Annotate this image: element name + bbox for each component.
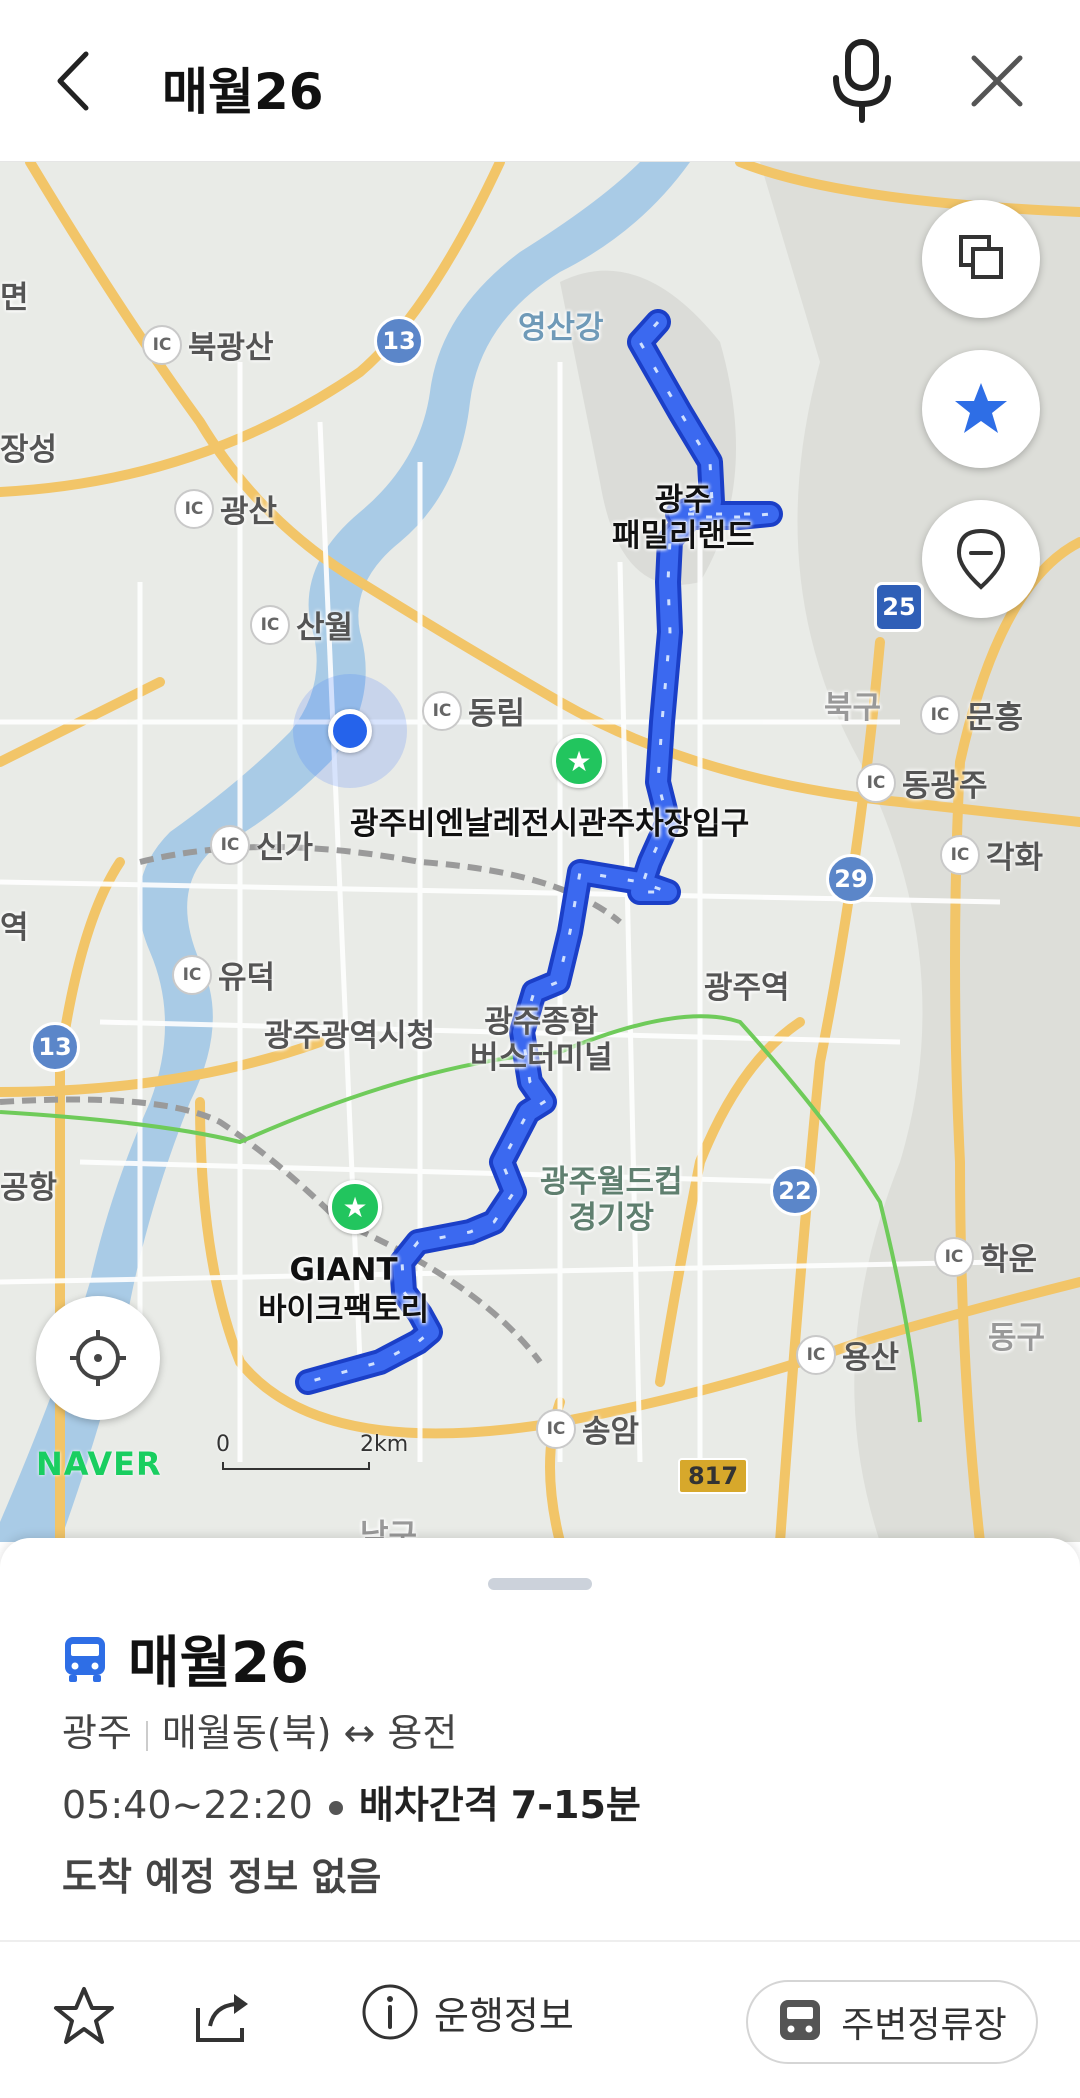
crosshair-icon	[70, 1330, 126, 1386]
bottom-action-bar: 운행정보 주변정류장	[0, 1942, 1080, 2098]
info-icon	[362, 1984, 418, 2040]
road-number-13-west: 13	[30, 1022, 80, 1072]
map-label-donggu: 동구	[988, 1320, 1046, 1356]
current-location-marker	[293, 674, 407, 788]
layers-button[interactable]	[922, 200, 1040, 318]
map-label-family-land: 광주 패밀리랜드	[612, 482, 755, 554]
route-title-row: 매월26	[62, 1618, 309, 1699]
nearby-stops-button[interactable]: 주변정류장	[746, 1980, 1038, 2064]
map-label-giant: GIANT 바이크팩토리	[258, 1252, 430, 1328]
ic-munheung: IC 문흥	[920, 692, 1023, 737]
poi-star-giant[interactable]: ★	[328, 1180, 382, 1234]
arrival-info: 도착 예정 정보 없음	[62, 1855, 382, 1899]
share-button[interactable]	[190, 1984, 254, 2048]
top-bar: 매월26	[0, 0, 1080, 162]
ic-donggwangju: IC 동광주	[856, 760, 988, 805]
map-label-biennale: 광주비엔날레전시관주차장입구	[350, 806, 750, 842]
microphone-icon	[833, 39, 891, 123]
map-label-myeon: 면	[0, 280, 29, 316]
ic-hakun: IC 학운	[934, 1234, 1037, 1279]
nearby-stops-label: 주변정류장	[841, 2005, 1007, 2046]
scale-bar-line	[222, 1462, 370, 1470]
close-button[interactable]	[962, 46, 1032, 116]
back-button[interactable]	[40, 44, 110, 118]
scale-end-label: 2km	[360, 1432, 409, 1457]
map-label-world-cup: 광주월드컵 경기장	[540, 1164, 683, 1236]
ic-gakhwa: IC 각화	[940, 832, 1043, 877]
route-info-sheet: 매월26 광주 매월동(북) ↔ 용전 05:40~22:20 배차간격 7-15분…	[0, 1538, 1080, 2098]
road-number-22: 22	[770, 1166, 820, 1216]
separator	[145, 1720, 148, 1751]
route-schedule-line: 05:40~22:20 배차간격 7-15분	[62, 1774, 641, 1829]
sheet-drag-handle[interactable]	[488, 1578, 592, 1590]
map-label-bukgu: 북구	[824, 690, 882, 726]
route-region: 광주	[62, 1711, 132, 1755]
favorite-button[interactable]	[922, 350, 1040, 468]
operating-hours: 05:40~22:20	[62, 1783, 313, 1827]
favorite-route-button[interactable]	[52, 1984, 116, 2048]
poi-star-biennale[interactable]: ★	[552, 734, 606, 788]
location-pin-button[interactable]	[922, 500, 1040, 618]
map-label-city-hall: 광주광역시청	[264, 1018, 436, 1054]
route-direction-line: 광주 매월동(북) ↔ 용전	[62, 1702, 457, 1757]
map-scale-bar: 0 2km	[216, 1432, 408, 1472]
close-icon	[971, 55, 1023, 107]
bus-icon	[65, 1636, 105, 1682]
route-name: 매월26	[128, 1631, 309, 1696]
interval-value: 7-15분	[510, 1783, 641, 1827]
ic-dongrim: IC 동림	[422, 688, 525, 733]
star-outline-icon	[54, 1987, 114, 2044]
my-location-button[interactable]	[36, 1296, 160, 1420]
layers-icon	[959, 235, 1003, 279]
map-label-jangseong: 장성	[0, 432, 58, 468]
ic-singa: IC 신가	[210, 822, 313, 867]
chevron-left-icon	[57, 51, 89, 111]
location-dot	[328, 709, 372, 753]
map-view[interactable]: 영산강 면 장성 광주 패밀리랜드 광주비엔날레전시관주차장입구 광주광역시청 …	[0, 162, 1080, 1542]
search-query-title[interactable]: 매월26	[162, 52, 324, 124]
map-pin-minus-icon	[956, 528, 1006, 590]
operation-info-button[interactable]: 운행정보	[360, 1982, 574, 2042]
ic-gwangsan: IC 광산	[174, 486, 277, 531]
ic-buk-gwangsan: IC 북광산	[142, 322, 274, 367]
road-number-817: 817	[678, 1458, 748, 1494]
operation-info-label: 운행정보	[434, 1993, 574, 2038]
map-base-layer	[0, 162, 1080, 1542]
ic-yudeok: IC 유덕	[172, 952, 275, 997]
scale-start-label: 0	[216, 1432, 230, 1457]
road-number-29: 29	[826, 854, 876, 904]
star-filled-icon	[955, 383, 1007, 433]
map-label-terminal: 광주종합 버스터미널	[470, 1004, 613, 1076]
map-label-yeok: 역	[0, 910, 29, 946]
map-label-gonghang: 공항	[0, 1170, 58, 1206]
route-direction: 매월동(북) ↔ 용전	[161, 1711, 458, 1755]
ic-yongsan: IC 용산	[796, 1332, 899, 1377]
road-number-25: 25	[874, 582, 924, 632]
voice-search-button[interactable]	[820, 36, 904, 126]
bullet-dot	[328, 1800, 343, 1815]
share-icon	[196, 1994, 248, 2042]
map-label-gwangju-station: 광주역	[704, 970, 790, 1006]
bus-stop-icon	[780, 2000, 821, 2040]
map-label-yeongsangang: 영산강	[518, 310, 604, 346]
interval-label: 배차간격	[358, 1783, 499, 1827]
ic-songam: IC 송암	[536, 1406, 639, 1451]
ic-sanwol: IC 산월	[250, 602, 353, 647]
road-number-13-north: 13	[374, 316, 424, 366]
naver-logo: NAVER	[36, 1445, 162, 1483]
